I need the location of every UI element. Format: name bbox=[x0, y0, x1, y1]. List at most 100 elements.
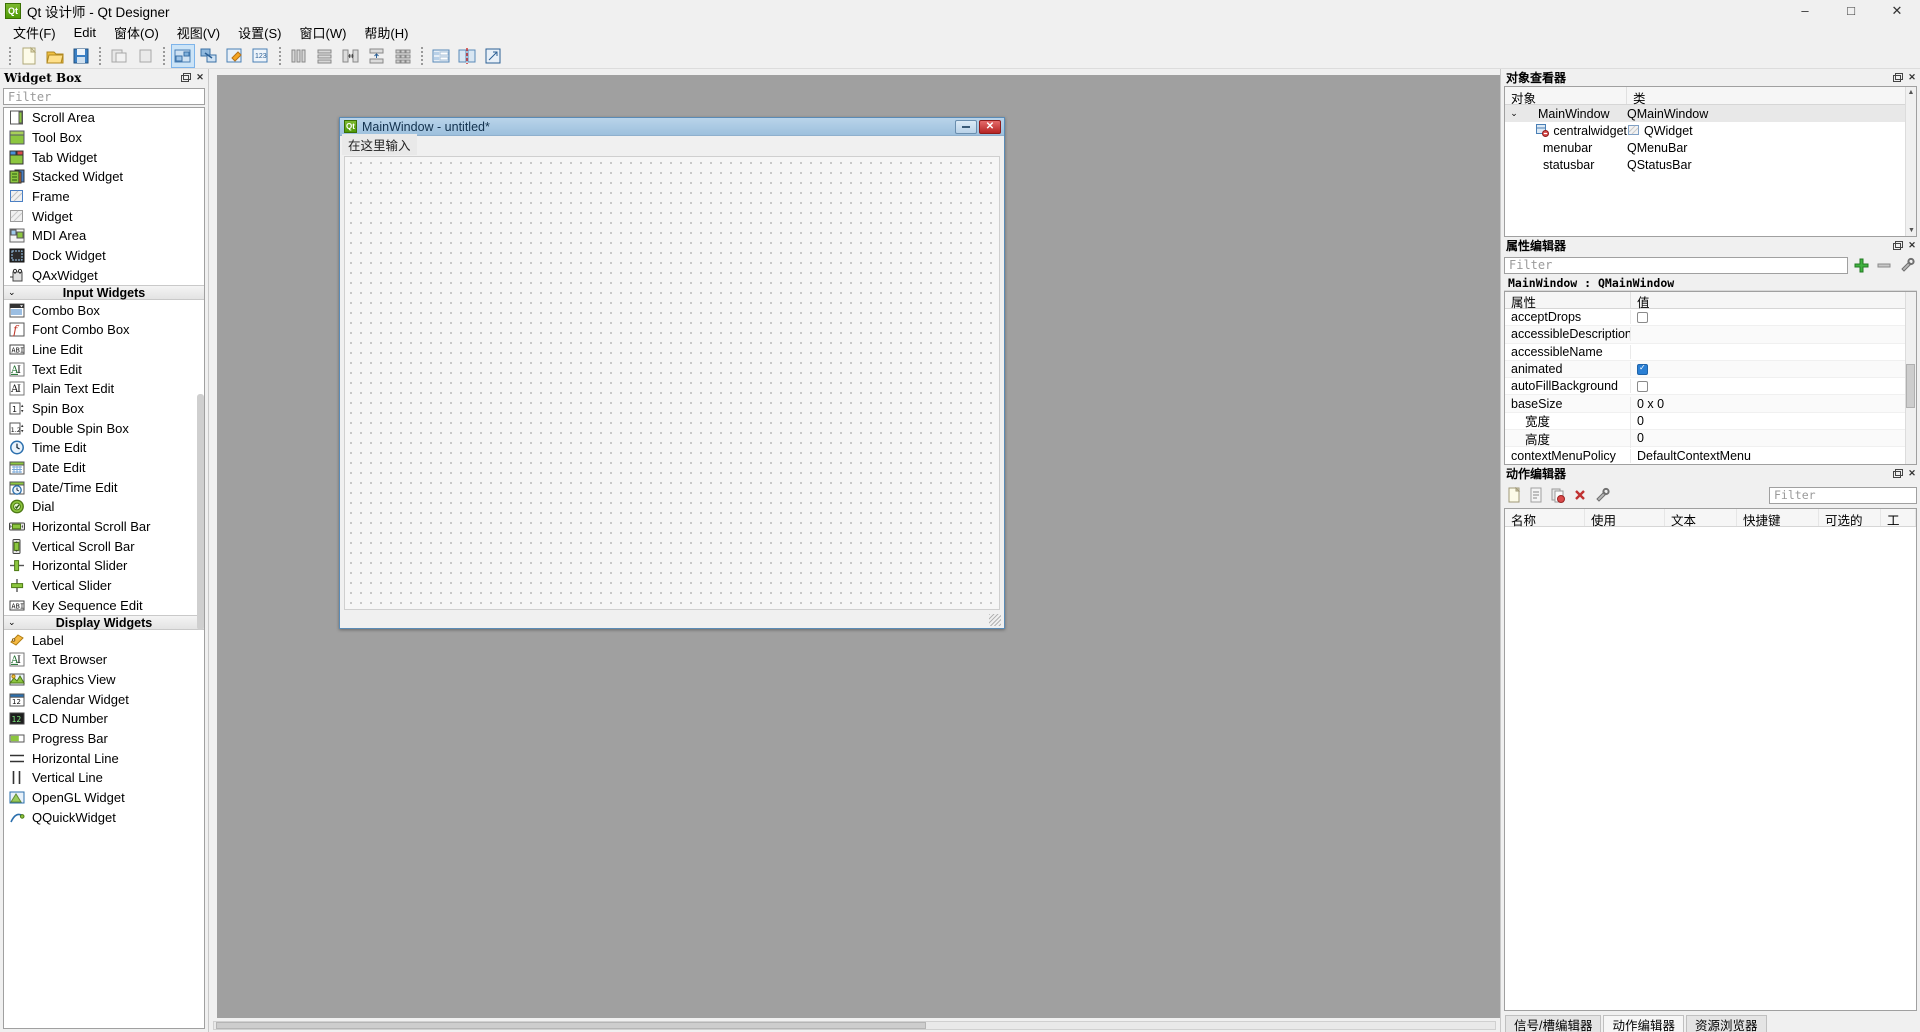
widget-box-item[interactable]: f Font Combo Box bbox=[4, 320, 204, 340]
property-row[interactable]: contextMenuPolicy DefaultContextMenu bbox=[1505, 447, 1916, 464]
action-column-header[interactable]: 使用 bbox=[1585, 509, 1665, 528]
menu-settings[interactable]: 设置(S) bbox=[229, 21, 290, 44]
widget-box-item[interactable]: A I Plain Text Edit bbox=[4, 379, 204, 399]
object-tree-row[interactable]: menubar QMenuBar bbox=[1505, 139, 1916, 156]
layout-horizontal-icon[interactable] bbox=[287, 44, 311, 68]
widget-box-float-button[interactable] bbox=[180, 72, 192, 84]
property-checkbox[interactable] bbox=[1637, 363, 1648, 375]
widget-box-item[interactable]: Scroll Area bbox=[4, 108, 204, 128]
action-editor-close-button[interactable]: ✕ bbox=[1906, 468, 1918, 480]
form-minimize-button[interactable] bbox=[955, 119, 977, 134]
widget-box-item[interactable]: Horizontal Line bbox=[4, 748, 204, 768]
property-row[interactable]: autoFillBackground bbox=[1505, 378, 1916, 396]
widget-box-item[interactable]: Stacked Widget bbox=[4, 167, 204, 187]
copy-action-icon[interactable] bbox=[1548, 485, 1568, 505]
layout-form-icon[interactable] bbox=[429, 44, 453, 68]
object-tree-row[interactable]: centralwidget QWidget bbox=[1505, 122, 1916, 139]
action-column-header[interactable]: 可选的 bbox=[1819, 509, 1881, 528]
layout-splitter-vertical-icon[interactable] bbox=[365, 44, 389, 68]
property-col-name[interactable]: 属性 bbox=[1505, 292, 1631, 310]
property-checkbox[interactable] bbox=[1637, 380, 1648, 392]
menu-window[interactable]: 窗口(W) bbox=[290, 21, 355, 44]
edit-signals-slots-icon[interactable] bbox=[197, 44, 221, 68]
property-value-cell[interactable]: 0 bbox=[1631, 414, 1916, 428]
widget-box-item[interactable]: Vertical Line bbox=[4, 768, 204, 788]
scroll-up-icon[interactable]: ▲ bbox=[1906, 87, 1916, 98]
widget-box-item[interactable]: Label bbox=[4, 630, 204, 650]
property-row[interactable]: accessibleDescription bbox=[1505, 326, 1916, 344]
configure-icon[interactable] bbox=[1897, 256, 1917, 274]
widget-box-item[interactable]: ABI Key Sequence Edit bbox=[4, 596, 204, 616]
widget-box-list[interactable]: Scroll Area Tool Box Tab Widget Stacked Wid… bbox=[3, 107, 205, 1029]
widget-box-item[interactable]: Date Edit bbox=[4, 458, 204, 478]
widget-box-item[interactable]: Combo Box bbox=[4, 300, 204, 320]
object-tree-row[interactable]: statusbar QStatusBar bbox=[1505, 156, 1916, 173]
action-column-header[interactable]: 快捷键 bbox=[1737, 509, 1819, 528]
undo-icon[interactable] bbox=[107, 44, 131, 68]
action-editor-float-button[interactable] bbox=[1892, 468, 1904, 480]
property-col-value[interactable]: 值 bbox=[1631, 292, 1916, 310]
property-editor-close-button[interactable]: ✕ bbox=[1906, 240, 1918, 252]
widget-box-item[interactable]: Progress Bar bbox=[4, 729, 204, 749]
widget-box-filter[interactable]: Filter bbox=[3, 88, 205, 105]
edit-widgets-icon[interactable] bbox=[171, 43, 195, 68]
property-editor-float-button[interactable] bbox=[1892, 240, 1904, 252]
form-close-button[interactable]: ✕ bbox=[979, 119, 1001, 134]
remove-property-icon[interactable] bbox=[1874, 256, 1894, 274]
bottom-tab[interactable]: 动作编辑器 bbox=[1603, 1015, 1684, 1032]
widget-box-item[interactable]: Vertical Slider bbox=[4, 576, 204, 596]
new-file-icon[interactable] bbox=[17, 44, 41, 68]
delete-action-icon[interactable] bbox=[1570, 485, 1590, 505]
property-row[interactable]: accessibleName bbox=[1505, 344, 1916, 361]
property-value-cell[interactable]: DefaultContextMenu bbox=[1631, 449, 1916, 463]
object-tree-scrollbar[interactable]: ▲ ▼ bbox=[1905, 87, 1916, 236]
property-row[interactable]: baseSize 0 x 0 bbox=[1505, 395, 1916, 413]
property-value-cell[interactable]: 0 x 0 bbox=[1631, 397, 1916, 411]
close-button[interactable]: ✕ bbox=[1874, 0, 1920, 22]
minimize-button[interactable]: – bbox=[1782, 0, 1828, 22]
widget-box-item[interactable]: Dial bbox=[4, 497, 204, 517]
widget-box-item[interactable]: Dock Widget bbox=[4, 246, 204, 266]
action-filter-input[interactable]: Filter bbox=[1769, 486, 1917, 504]
add-property-icon[interactable] bbox=[1851, 256, 1871, 274]
edit-action-icon[interactable] bbox=[1526, 485, 1546, 505]
widget-box-section-input-widgets[interactable]: ⌄ Input Widgets bbox=[4, 285, 204, 301]
property-value-cell[interactable] bbox=[1631, 311, 1916, 323]
widget-box-item[interactable]: Widget bbox=[4, 206, 204, 226]
property-row[interactable]: animated bbox=[1505, 360, 1916, 379]
layout-vertical-icon[interactable] bbox=[313, 44, 337, 68]
widget-box-item[interactable]: 1.2 Double Spin Box bbox=[4, 418, 204, 438]
property-checkbox[interactable] bbox=[1637, 311, 1648, 323]
widget-box-item[interactable]: Tool Box bbox=[4, 128, 204, 148]
widget-box-item[interactable]: A I Text Edit bbox=[4, 359, 204, 379]
property-table[interactable]: 属性 值 acceptDrops accessibleDescription acc… bbox=[1504, 291, 1917, 465]
object-tree[interactable]: 对象 类 ⌄ MainWindow QMainWindow centralwidget… bbox=[1504, 86, 1917, 237]
maximize-button[interactable]: □ bbox=[1828, 0, 1874, 22]
menu-form[interactable]: 窗体(O) bbox=[105, 21, 168, 44]
redo-icon[interactable] bbox=[133, 44, 157, 68]
action-table[interactable]: 名称 使用 文本 快捷键 可选的工 bbox=[1504, 508, 1917, 1011]
property-value-cell[interactable]: 0 bbox=[1631, 431, 1916, 445]
scroll-down-icon[interactable]: ▼ bbox=[1906, 225, 1916, 236]
break-layout-icon[interactable] bbox=[455, 44, 479, 68]
property-value-cell[interactable] bbox=[1631, 380, 1916, 392]
widget-box-item[interactable]: QAxWidget bbox=[4, 266, 204, 286]
widget-box-item[interactable]: Vertical Scroll Bar bbox=[4, 536, 204, 556]
object-tree-col-class[interactable]: 类 bbox=[1627, 87, 1916, 106]
menu-help[interactable]: 帮助(H) bbox=[355, 21, 417, 44]
menu-edit[interactable]: Edit bbox=[65, 23, 105, 42]
widget-box-item[interactable]: Time Edit bbox=[4, 438, 204, 458]
widget-box-item[interactable]: Frame bbox=[4, 187, 204, 207]
widget-box-item[interactable]: 1 Spin Box bbox=[4, 399, 204, 419]
object-inspector-float-button[interactable] bbox=[1892, 72, 1904, 84]
adjust-size-icon[interactable] bbox=[481, 44, 505, 68]
widget-box-item[interactable]: ABI Line Edit bbox=[4, 340, 204, 360]
widget-box-item[interactable]: OpenGL Widget bbox=[4, 788, 204, 808]
property-row[interactable]: 宽度 0 bbox=[1505, 411, 1916, 431]
widget-box-item[interactable]: Date/Time Edit bbox=[4, 477, 204, 497]
canvas-horizontal-scrollbar[interactable] bbox=[209, 1018, 1500, 1032]
new-action-icon[interactable] bbox=[1504, 485, 1524, 505]
property-value-cell[interactable] bbox=[1631, 363, 1916, 375]
object-tree-col-object[interactable]: 对象 bbox=[1505, 87, 1627, 106]
object-tree-row[interactable]: ⌄ MainWindow QMainWindow bbox=[1505, 105, 1916, 122]
